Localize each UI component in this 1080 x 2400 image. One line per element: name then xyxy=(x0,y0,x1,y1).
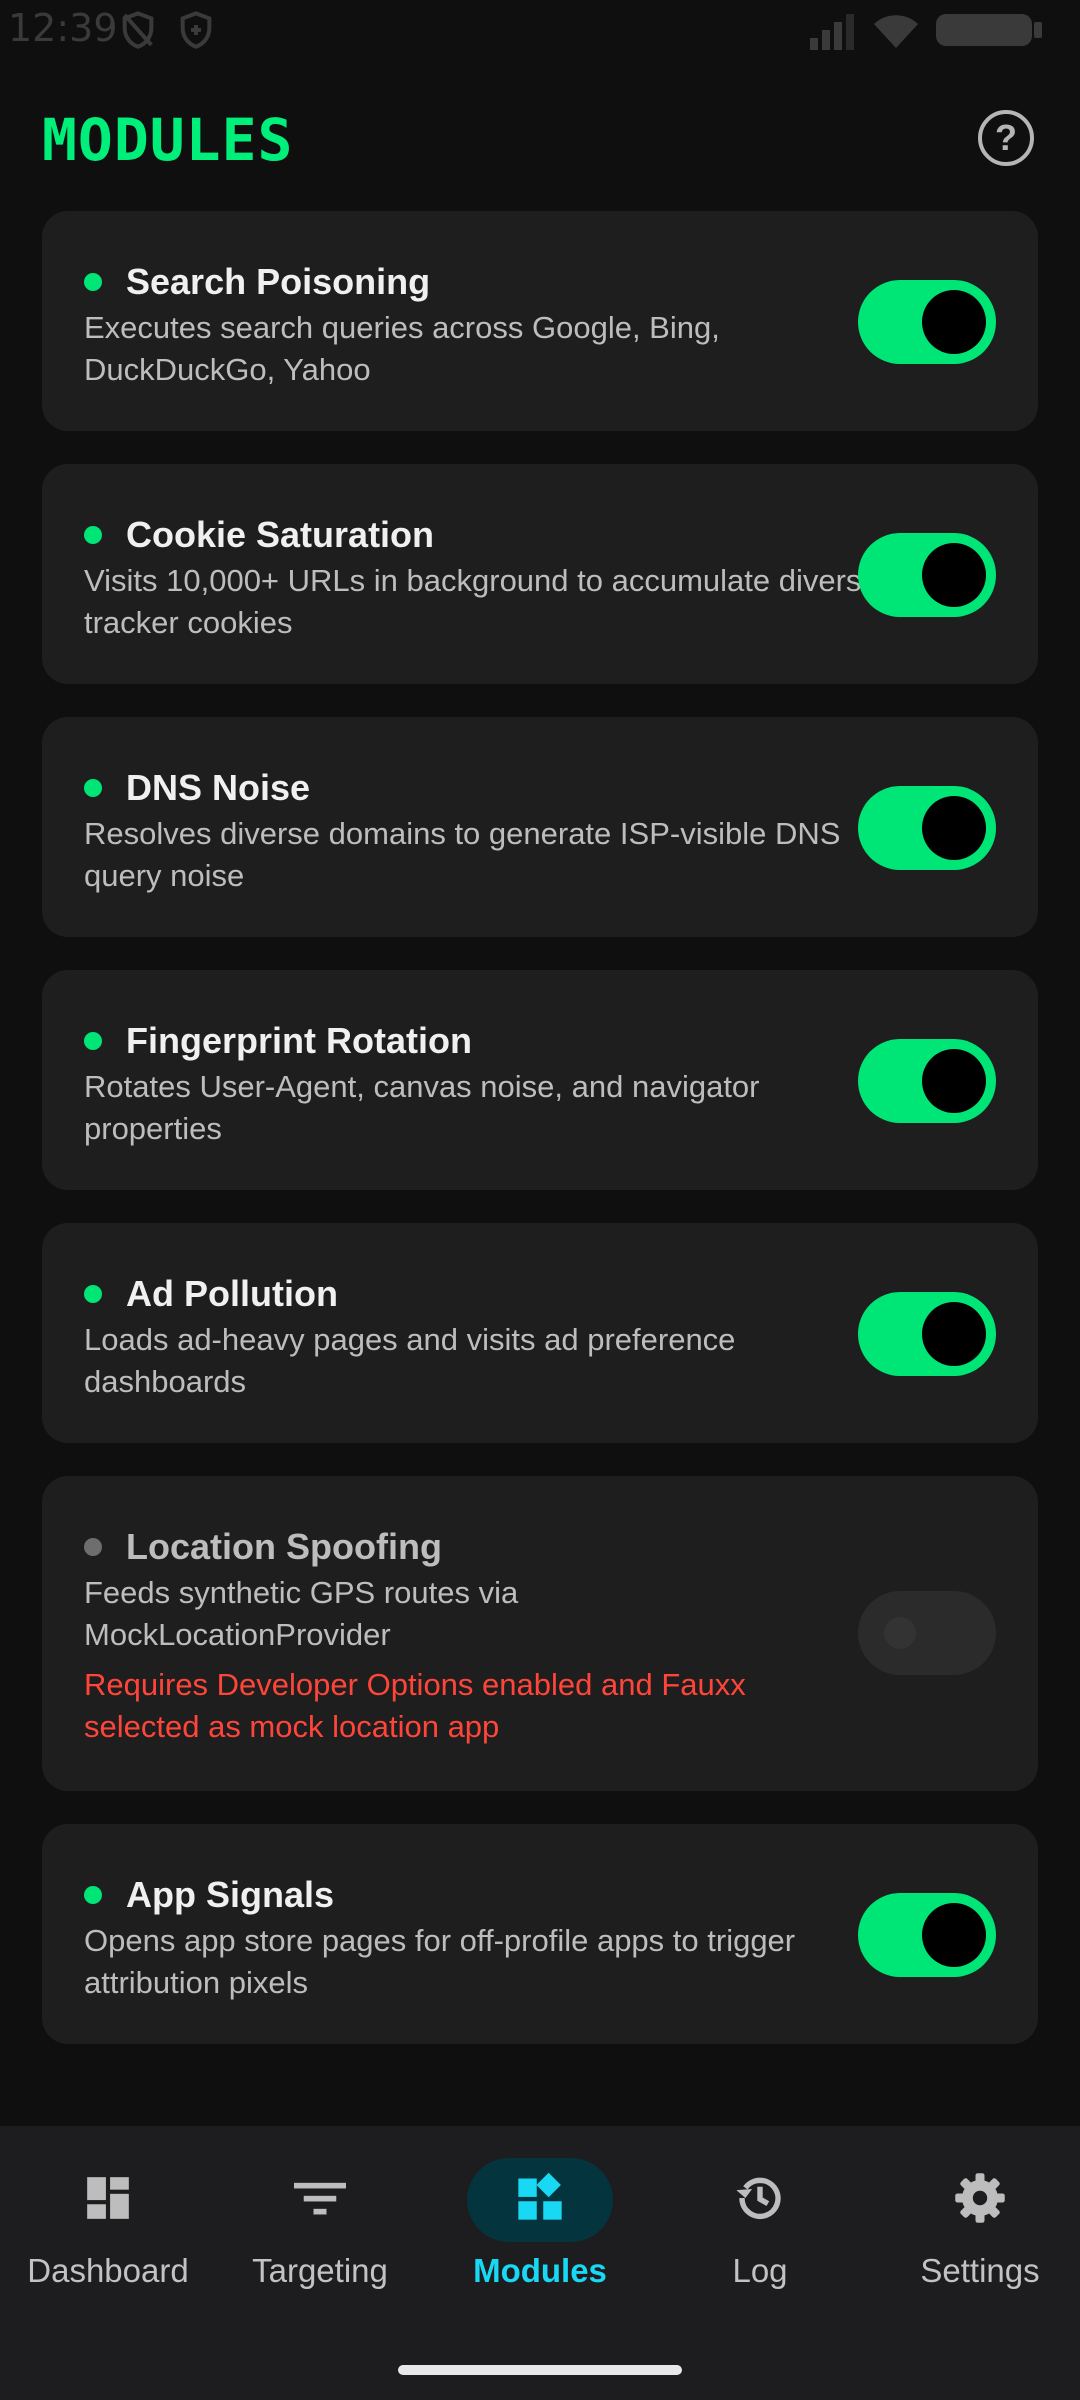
toggle-fingerprint-rotation[interactable] xyxy=(858,1039,996,1123)
home-indicator[interactable] xyxy=(398,2365,682,2375)
status-dot xyxy=(84,273,102,291)
module-card-ad-pollution: Ad Pollution Loads ad-heavy pages and vi… xyxy=(42,1223,1038,1443)
toggle-search-poisoning[interactable] xyxy=(858,280,996,364)
bottom-nav: Dashboard Targeting Modules Log Settings xyxy=(0,2126,1080,2400)
toggle-knob xyxy=(922,290,986,354)
module-card-search-poisoning: Search Poisoning Executes search queries… xyxy=(42,211,1038,431)
module-title: App Signals xyxy=(126,1874,335,1915)
nav-label: Dashboard xyxy=(27,2252,189,2289)
gear-icon xyxy=(953,2171,1007,2230)
module-description: Rotates User-Agent, canvas noise, and na… xyxy=(84,1069,760,1146)
module-title: Search Poisoning xyxy=(126,261,431,302)
toggle-dns-noise[interactable] xyxy=(858,786,996,870)
nav-icon-container xyxy=(907,2158,1053,2242)
module-card-app-signals: App Signals Opens app store pages for of… xyxy=(42,1824,1038,2044)
nav-item-targeting[interactable]: Targeting xyxy=(212,2126,428,2326)
nav-icon-container xyxy=(247,2158,393,2242)
status-dot xyxy=(84,779,102,797)
wifi-icon xyxy=(872,10,920,50)
page-title: MODULES xyxy=(42,106,294,174)
nav-item-log[interactable]: Log xyxy=(652,2126,868,2326)
nav-icon-container xyxy=(35,2158,181,2242)
nav-item-dashboard[interactable]: Dashboard xyxy=(0,2126,216,2326)
status-dot xyxy=(84,1285,102,1303)
nav-icon-container xyxy=(687,2158,833,2242)
status-dot xyxy=(84,526,102,544)
nav-icon-container xyxy=(467,2158,613,2242)
nav-label: Settings xyxy=(920,2252,1040,2289)
module-title: Ad Pollution xyxy=(126,1273,338,1314)
toggle-ad-pollution[interactable] xyxy=(858,1292,996,1376)
help-circle-icon: ? xyxy=(995,117,1017,158)
module-card-location-spoofing: Location Spoofing Feeds synthetic GPS ro… xyxy=(42,1476,1038,1791)
status-dot xyxy=(84,1538,102,1556)
shield-off-icon xyxy=(118,10,158,50)
module-card-dns-noise: DNS Noise Resolves diverse domains to ge… xyxy=(42,717,1038,937)
widgets-icon xyxy=(514,2172,566,2229)
module-card-cookie-saturation: Cookie Saturation Visits 10,000+ URLs in… xyxy=(42,464,1038,684)
toggle-app-signals[interactable] xyxy=(858,1893,996,1977)
nav-item-settings[interactable]: Settings xyxy=(872,2126,1080,2326)
filter-icon xyxy=(294,2178,346,2223)
status-dot xyxy=(84,1886,102,1904)
status-time: 12:39 xyxy=(8,6,118,50)
toggle-knob xyxy=(884,1617,916,1649)
dashboard-icon xyxy=(83,2173,133,2228)
status-dot xyxy=(84,1032,102,1050)
module-title: Fingerprint Rotation xyxy=(126,1020,472,1061)
module-description: Feeds synthetic GPS routes via MockLocat… xyxy=(84,1575,519,1652)
battery-icon xyxy=(934,10,1046,50)
toggle-knob xyxy=(922,1302,986,1366)
toggle-knob xyxy=(922,1903,986,1967)
help-button[interactable]: ? xyxy=(978,110,1034,166)
signal-icon xyxy=(808,10,856,50)
status-bar: 12:39 xyxy=(0,0,1080,60)
modules-screen: 12:39 MODULES ? Search Poisoning Execute… xyxy=(0,0,1080,2400)
history-icon xyxy=(733,2171,787,2230)
nav-label: Modules xyxy=(473,2252,607,2289)
toggle-knob xyxy=(922,1049,986,1113)
vpn-shield-icon xyxy=(176,10,216,50)
module-description: Loads ad-heavy pages and visits ad prefe… xyxy=(84,1322,736,1399)
module-title: Location Spoofing xyxy=(126,1526,442,1567)
toggle-knob xyxy=(922,796,986,860)
module-warning: Requires Developer Options enabled and F… xyxy=(84,1667,746,1744)
nav-label: Targeting xyxy=(252,2252,388,2289)
module-title: DNS Noise xyxy=(126,767,311,808)
toggle-knob xyxy=(922,543,986,607)
nav-label: Log xyxy=(732,2252,788,2289)
module-card-fingerprint-rotation: Fingerprint Rotation Rotates User-Agent,… xyxy=(42,970,1038,1190)
module-description: Resolves diverse domains to generate ISP… xyxy=(84,816,841,893)
toggle-location-spoofing[interactable] xyxy=(858,1591,996,1675)
nav-item-modules[interactable]: Modules xyxy=(432,2126,648,2326)
module-description: Visits 10,000+ URLs in background to acc… xyxy=(84,563,879,640)
module-title: Cookie Saturation xyxy=(126,514,435,555)
module-description: Opens app store pages for off-profile ap… xyxy=(84,1923,796,2000)
toggle-cookie-saturation[interactable] xyxy=(858,533,996,617)
module-description: Executes search queries across Google, B… xyxy=(84,310,720,387)
